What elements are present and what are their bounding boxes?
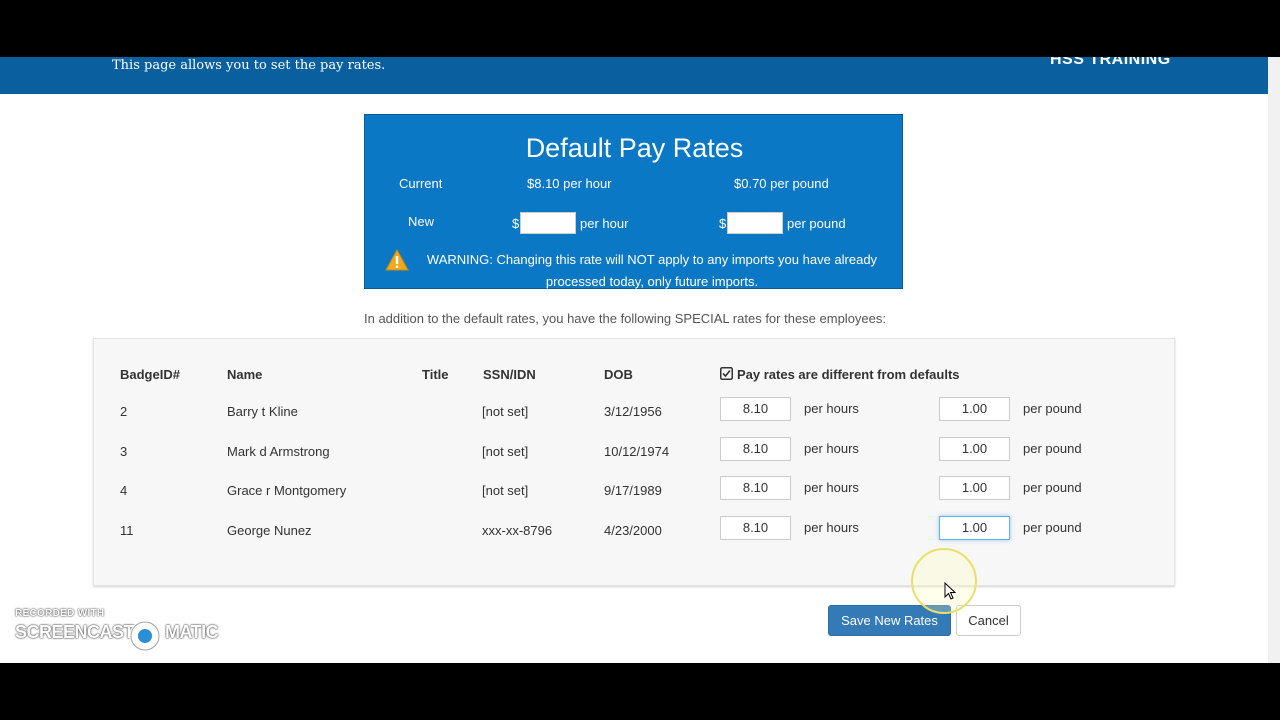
watermark-right-text: MATIC [165,622,219,642]
row-dob: 10/12/1974 [604,444,670,459]
per-pound-label: per pound [787,216,846,231]
row-dob: 9/17/1989 [604,483,662,498]
header-dob: DOB [604,367,633,382]
row-badge: 2 [120,404,128,419]
page-subtitle: This page allows you to set the pay rate… [112,58,386,73]
header-badge: BadgeID# [120,367,180,382]
current-label: Current [399,176,443,191]
row-dob: 3/12/1956 [604,404,662,419]
row-ssn: [not set] [482,404,529,419]
row-badge: 11 [120,523,134,538]
row-name: Grace r Montgomery [227,483,347,498]
row-name: Mark d Armstrong [227,444,330,459]
row-pound-unit: per pound [1023,441,1082,456]
default-pay-rates-panel: Default Pay Rates Current $8.10 per hour… [364,114,903,289]
row-pound-unit: per pound [1023,520,1082,535]
row-pound-rate-input[interactable]: 1.00 [939,397,1010,421]
current-hourly-rate: $8.10 per hour [527,176,612,191]
mouse-pointer-icon [944,582,956,600]
default-pay-rates-title: Default Pay Rates [525,133,744,163]
row-pound-rate-input[interactable]: 1.00 [939,476,1010,500]
scrollbar[interactable] [1268,57,1280,663]
row-name: George Nunez [227,523,312,538]
new-hourly-rate-input[interactable] [520,212,576,234]
current-pound-rate: $0.70 per pound [734,176,829,191]
row-hourly-rate-input[interactable]: 8.10 [720,516,791,540]
row-pound-unit: per pound [1023,480,1082,495]
row-badge: 4 [120,483,128,498]
row-hourly-unit: per hours [804,401,859,416]
cursor-highlight [911,548,977,614]
warning-message: WARNING: Changing this rate will NOT app… [426,252,878,289]
row-pound-rate-input[interactable]: 1.00 [939,437,1010,461]
cancel-button[interactable]: Cancel [956,605,1021,636]
warning-icon [385,249,409,271]
brand-name: HSS TRAINING [1050,57,1171,68]
header-different-rates: Pay rates are different from defaults [737,367,960,382]
pound-dollar-sign: $ [719,216,727,231]
row-hourly-rate-input[interactable]: 8.10 [720,476,791,500]
screencast-logo-icon [129,620,161,652]
new-pound-rate-input[interactable] [727,212,783,234]
row-hourly-unit: per hours [804,520,859,535]
row-hourly-unit: per hours [804,480,859,495]
screencast-watermark: RECORDED WITH SCREENCAST MATIC [15,608,219,652]
header-title: Title [422,367,449,382]
header-ssn: SSN/IDN [483,367,536,382]
row-dob: 4/23/2000 [604,523,662,538]
row-hourly-rate-input[interactable]: 8.10 [720,397,791,421]
row-hourly-rate-input[interactable]: 8.10 [720,437,791,461]
row-ssn: [not set] [482,483,529,498]
row-ssn: [not set] [482,444,529,459]
checkbox-checked-icon[interactable] [720,367,733,380]
hourly-dollar-sign: $ [512,216,520,231]
per-hour-label: per hour [580,216,629,231]
browser-viewport: This page allows you to set the pay rate… [0,57,1280,663]
row-ssn: xxx-xx-8796 [482,523,553,538]
row-name: Barry t Kline [227,404,298,419]
header-name: Name [227,367,263,382]
row-badge: 3 [120,444,128,459]
special-rates-table: BadgeID# Name Title SSN/IDN DOB Pay rate… [93,338,1175,586]
special-rates-note: In addition to the default rates, you ha… [364,311,886,326]
row-hourly-unit: per hours [804,441,859,456]
row-pound-unit: per pound [1023,401,1082,416]
watermark-recorded-with: RECORDED WITH [15,608,105,619]
watermark-left-text: SCREENCAST [15,622,135,642]
page-header: This page allows you to set the pay rate… [0,57,1268,94]
row-pound-rate-input[interactable]: 1.00 [939,516,1010,540]
new-label: New [408,214,435,229]
